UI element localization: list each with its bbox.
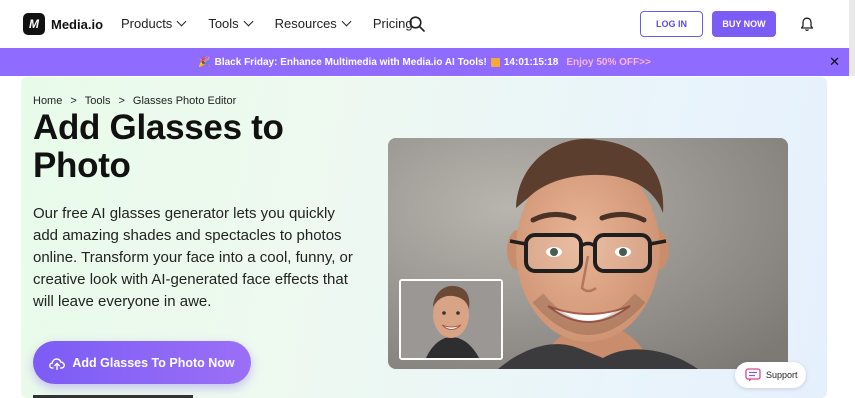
scrollbar[interactable] [849, 0, 855, 48]
nav-resources-label: Resources [274, 16, 337, 31]
breadcrumb-separator: > [70, 95, 77, 107]
support-label: Support [766, 370, 798, 380]
breadcrumb-separator: > [118, 95, 125, 107]
add-glasses-cta-button[interactable]: Add Glasses To Photo Now [33, 341, 251, 384]
logo[interactable]: M Media.io [23, 13, 103, 35]
page-title: Add Glasses to Photo [33, 108, 284, 185]
buy-now-button[interactable]: BUY NOW [712, 11, 776, 37]
man-original-image [401, 281, 501, 358]
search-icon[interactable] [409, 16, 425, 32]
promo-offer-link[interactable]: Enjoy 50% OFF>> [566, 57, 650, 68]
scrollbar-track [849, 48, 855, 76]
login-button[interactable]: LOG IN [640, 11, 703, 37]
breadcrumb: Home > Tools > Glasses Photo Editor [33, 95, 236, 107]
breadcrumb-current: Glasses Photo Editor [132, 95, 237, 107]
logo-text: Media.io [51, 16, 104, 32]
nav-pricing-label: Pricing [372, 16, 413, 31]
chat-icon [745, 368, 761, 382]
party-icon: 🎉 [198, 56, 211, 68]
bell-icon[interactable] [800, 17, 814, 32]
main-nav: Products Tools Resources Pricing [121, 16, 436, 31]
original-photo-thumbnail [399, 279, 503, 360]
gift-icon [490, 57, 500, 67]
cta-label: Add Glasses To Photo Now [72, 355, 235, 370]
breadcrumb-tools[interactable]: Tools [85, 95, 111, 107]
nav-products[interactable]: Products [121, 16, 187, 31]
hero-description: Our free AI glasses generator lets you q… [33, 205, 353, 310]
support-button[interactable]: Support [735, 362, 806, 388]
chevron-down-icon [176, 16, 187, 27]
breadcrumb-home[interactable]: Home [33, 95, 62, 107]
nav-products-label: Products [121, 16, 173, 31]
promo-banner[interactable]: 🎉 Black Friday: Enhance Multimedia with … [0, 48, 849, 76]
nav-resources[interactable]: Resources [274, 16, 352, 31]
site-header: M Media.io Products Tools Resources Pric… [0, 0, 855, 48]
logo-mark: M [23, 13, 45, 35]
nav-tools[interactable]: Tools [208, 16, 254, 31]
close-icon[interactable]: ✕ [829, 55, 840, 68]
cloud-upload-icon [49, 357, 66, 370]
nav-pricing[interactable]: Pricing [373, 16, 413, 31]
promo-countdown: 14:01:15:18 [503, 56, 559, 68]
chevron-down-icon [341, 16, 352, 27]
nav-tools-label: Tools [208, 16, 239, 31]
promo-text: Black Friday: Enhance Multimedia with Me… [214, 56, 487, 68]
chevron-down-icon [243, 16, 254, 27]
